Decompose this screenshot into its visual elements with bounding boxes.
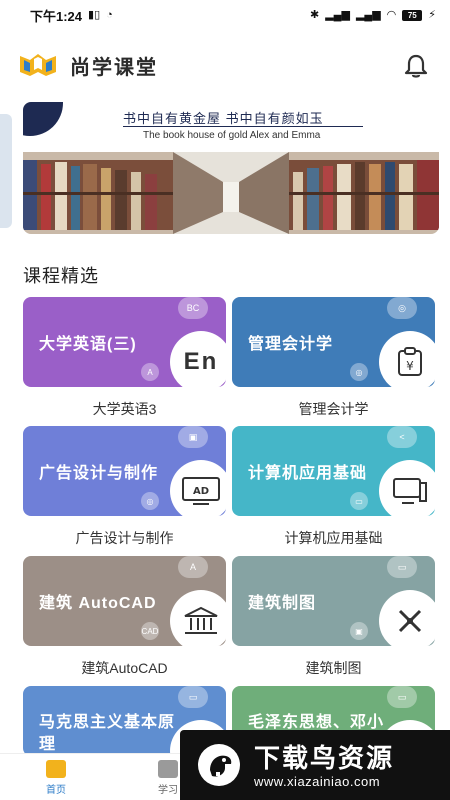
course-card[interactable]: BC A 大学英语(三) En bbox=[23, 297, 226, 387]
course-card[interactable]: ▭ ▣ 建筑制图 bbox=[232, 556, 435, 646]
course-badge-bottom: ▭ bbox=[350, 492, 368, 510]
course-icon bbox=[379, 460, 435, 516]
course-caption[interactable]: 广告设计与制作 bbox=[23, 528, 226, 548]
english-icon-text: En bbox=[183, 348, 219, 375]
nav-tab-home[interactable]: 首页 bbox=[26, 760, 86, 796]
clock-icon: ◔ bbox=[106, 8, 113, 21]
course-badge-top: ▭ bbox=[387, 556, 417, 578]
book-icon bbox=[158, 760, 178, 778]
course-badge-top: ▣ bbox=[178, 426, 208, 448]
signal-icon: ▂▄▆ bbox=[325, 8, 350, 21]
app-logo-icon bbox=[16, 50, 60, 80]
banner-divider bbox=[123, 126, 363, 127]
bluetooth-icon: ✱ bbox=[310, 8, 320, 21]
course-badge-top: ◎ bbox=[387, 297, 417, 319]
home-icon bbox=[46, 760, 66, 778]
course-card-title: 建筑制图 bbox=[248, 595, 317, 612]
course-caption[interactable]: 大学英语3 bbox=[23, 399, 226, 419]
notification-bell-icon[interactable] bbox=[402, 52, 430, 80]
course-badge-top: < bbox=[387, 426, 417, 448]
course-badge-top: ▭ bbox=[178, 686, 208, 708]
course-badge-bottom: CAD bbox=[141, 622, 159, 640]
banner-header: 书中自有黄金屋 书中自有颜如玉 The book house of gold A… bbox=[23, 102, 439, 152]
svg-text:¥: ¥ bbox=[406, 359, 414, 373]
section-title-featured-courses: 课程精选 bbox=[23, 266, 99, 286]
library-photo bbox=[23, 152, 439, 234]
watermark-url: www.xiazainiao.com bbox=[254, 774, 381, 789]
course-card-title: 管理会计学 bbox=[248, 336, 334, 353]
course-badge-bottom: ▣ bbox=[350, 622, 368, 640]
course-badge-bottom: A bbox=[141, 363, 159, 381]
banner-english-line: The book house of gold Alex and Emma bbox=[143, 130, 321, 141]
charging-icon: ⚡ bbox=[428, 8, 436, 21]
course-card[interactable]: < ▭ 计算机应用基础 bbox=[232, 426, 435, 516]
course-caption[interactable]: 计算机应用基础 bbox=[232, 528, 435, 548]
course-badge-top: BC bbox=[178, 297, 208, 319]
wifi-icon: ◠ bbox=[386, 8, 397, 21]
watermark-banner: 下载鸟资源 www.xiazainiao.com bbox=[180, 730, 450, 800]
nav-label-home: 首页 bbox=[46, 785, 66, 796]
app-header: 尚学课堂 bbox=[0, 40, 450, 90]
course-card-title: 建筑 AutoCAD bbox=[39, 595, 157, 612]
svg-text:AD: AD bbox=[193, 486, 209, 497]
notification-icon: ▮▯ bbox=[88, 8, 101, 21]
course-caption[interactable]: 建筑制图 bbox=[232, 658, 435, 678]
watermark-bird-icon bbox=[198, 744, 240, 786]
course-badge-top: A bbox=[178, 556, 208, 578]
course-card[interactable]: ▣ ◎ 广告设计与制作 AD bbox=[23, 426, 226, 516]
banner-decoration bbox=[23, 102, 63, 136]
course-card-title: 大学英语(三) bbox=[39, 336, 137, 353]
course-badge-bottom: ◎ bbox=[141, 492, 159, 510]
app-title: 尚学课堂 bbox=[70, 56, 158, 79]
course-icon bbox=[170, 590, 226, 646]
course-caption[interactable]: 建筑AutoCAD bbox=[23, 658, 226, 678]
course-icon: En bbox=[170, 331, 226, 387]
course-caption[interactable]: 管理会计学 bbox=[232, 399, 435, 419]
course-card-title: 计算机应用基础 bbox=[248, 465, 368, 482]
course-icon: ¥ bbox=[379, 331, 435, 387]
battery-icon: 75 bbox=[402, 9, 423, 21]
signal-icon-2: ▂▄▆ bbox=[355, 8, 381, 21]
status-time: 下午1:24 bbox=[30, 8, 83, 24]
banner-chinese-line: 书中自有黄金屋 书中自有颜如玉 bbox=[123, 111, 324, 126]
course-card[interactable]: A CAD 建筑 AutoCAD bbox=[23, 556, 226, 646]
course-badge-bottom: ◎ bbox=[350, 363, 368, 381]
course-icon: AD bbox=[170, 460, 226, 516]
course-icon bbox=[379, 590, 435, 646]
watermark-title: 下载鸟资源 bbox=[254, 743, 395, 773]
promo-banner[interactable]: 书中自有黄金屋 书中自有颜如玉 The book house of gold A… bbox=[23, 102, 439, 234]
course-card-title: 广告设计与制作 bbox=[39, 465, 159, 482]
banner-prev-peek[interactable] bbox=[0, 114, 12, 228]
course-badge-top: ▭ bbox=[387, 686, 417, 708]
course-card[interactable]: ◎ ◎ 管理会计学 ¥ bbox=[232, 297, 435, 387]
course-card-title: 马克思主义基本原理 bbox=[39, 714, 176, 753]
status-bar: 下午1:24 ▮▯ ◔ ✱ ▂▄▆ ▂▄▆ ◠ 75 ⚡ bbox=[0, 0, 450, 30]
